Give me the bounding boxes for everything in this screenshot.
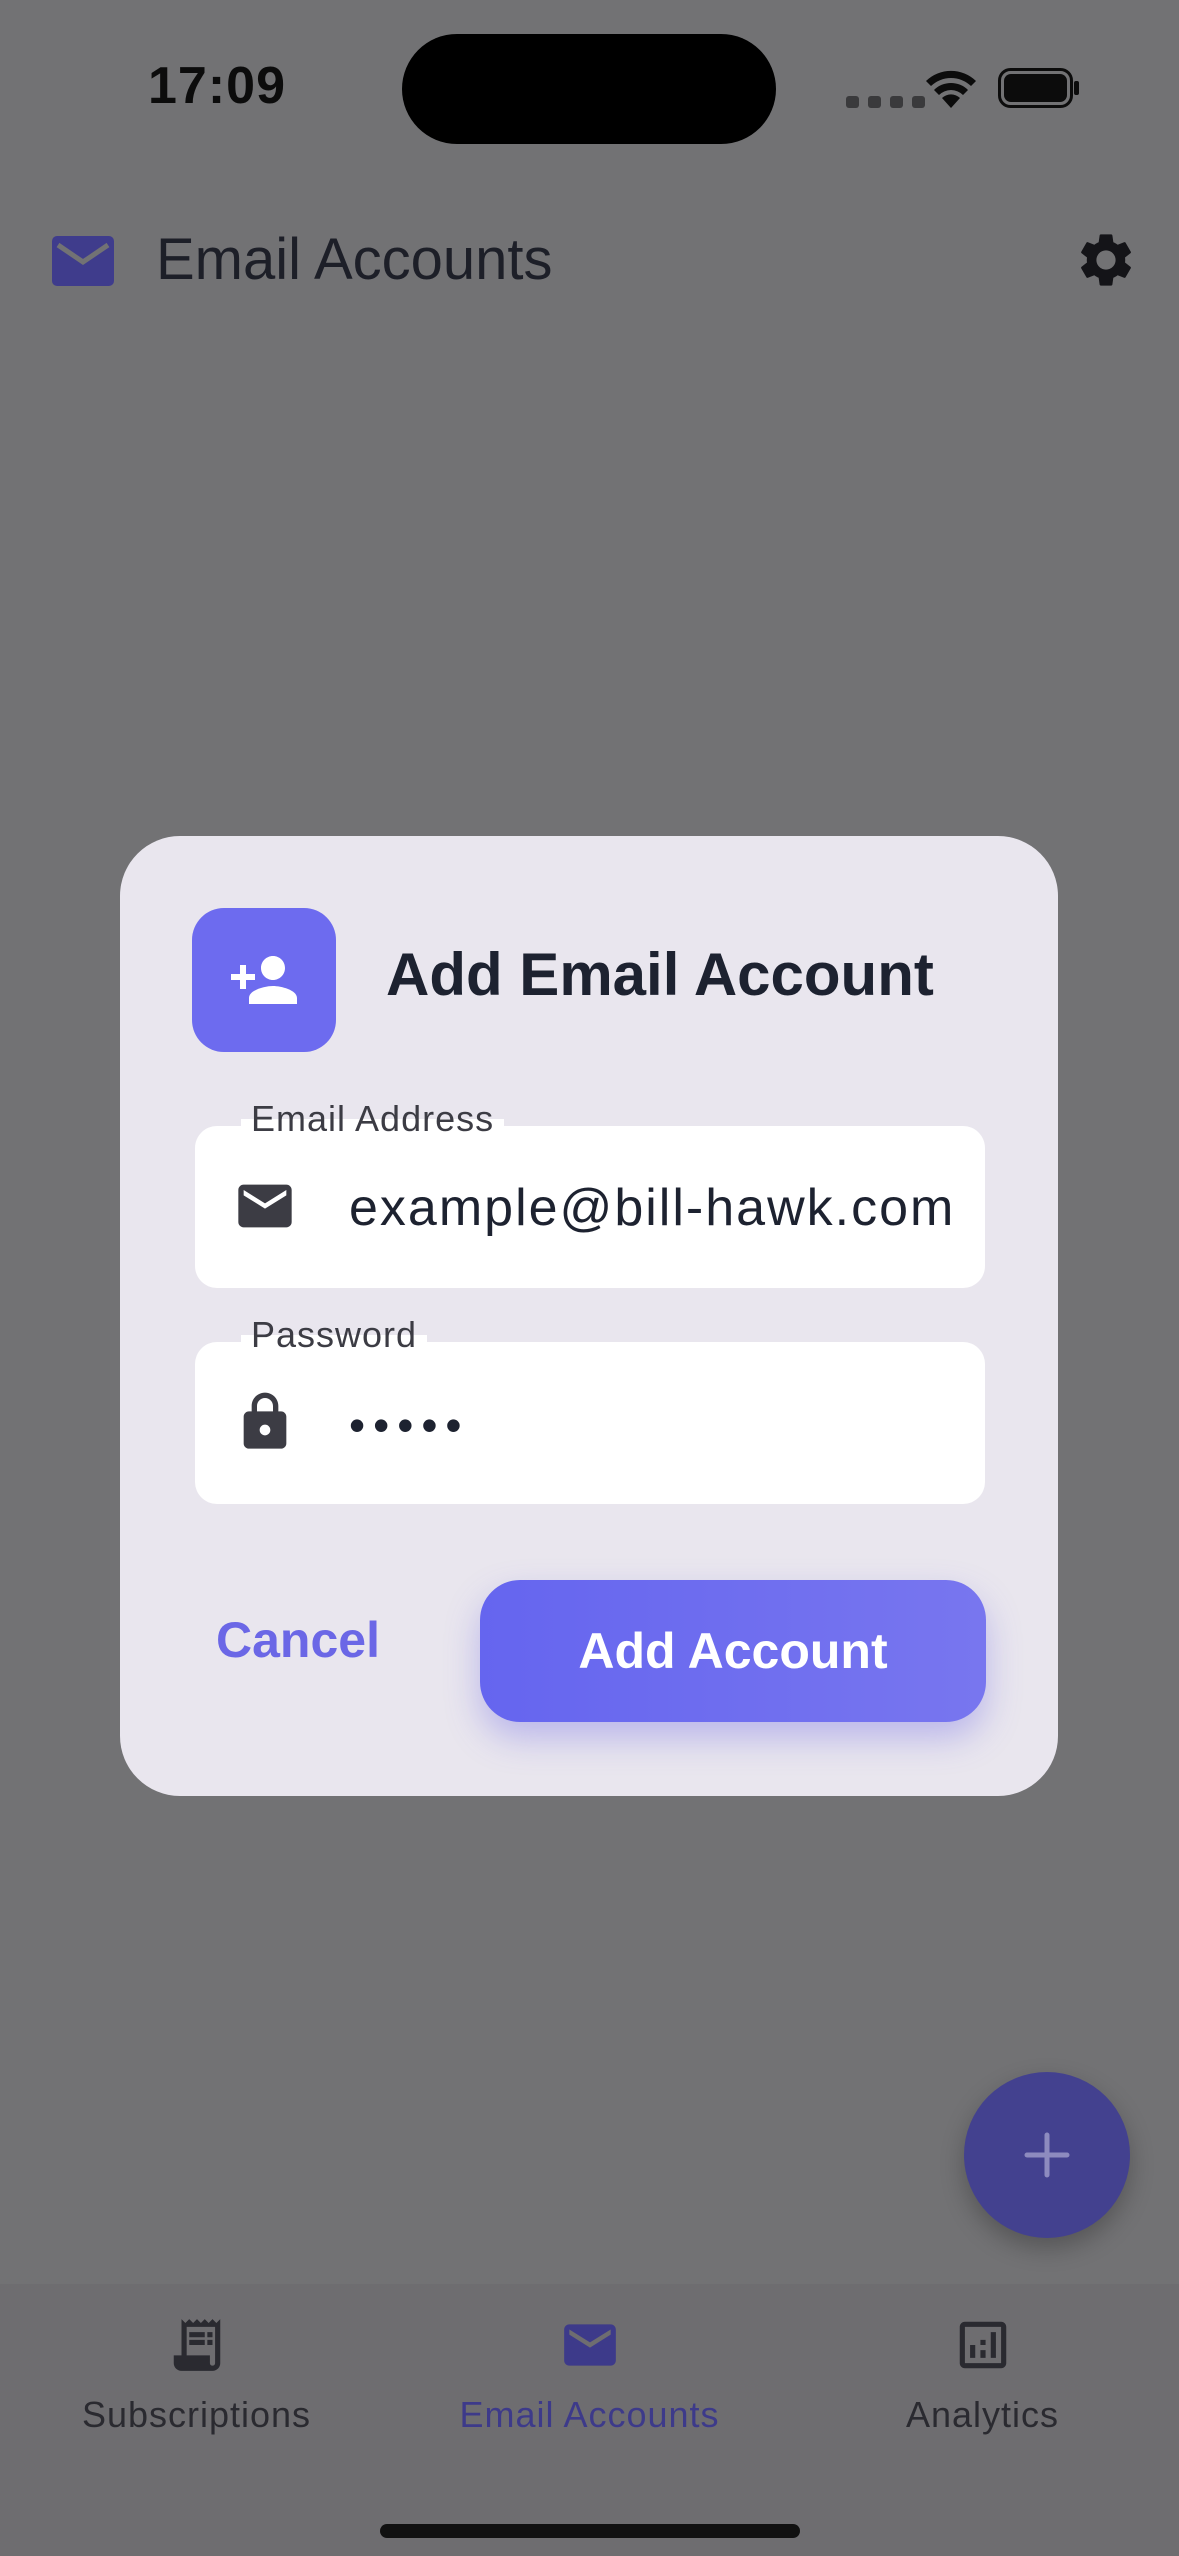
add-person-icon [231,956,297,1004]
email-field[interactable]: Email Address example@bill-hawk.com [195,1098,985,1288]
wifi-icon [926,70,976,108]
app-bar: Email Accounts [0,200,1179,320]
analytics-icon [959,2321,1006,2369]
bottom-navigation: Subscriptions Email Accounts Analytics [0,2284,1179,2556]
password-field[interactable]: Password ••••• [195,1314,985,1504]
receipt-icon [173,2319,220,2371]
mail-icon [52,236,114,286]
nav-label-analytics: Analytics [905,2394,1060,2435]
dynamic-island [402,34,776,144]
battery-icon [998,68,1079,108]
nav-item-analytics[interactable]: Analytics [786,2314,1179,2464]
nav-label-email-accounts: Email Accounts [459,2394,720,2435]
page-title: Email Accounts [156,227,553,292]
mail-icon [238,1184,292,1228]
add-account-button[interactable]: Add Account [480,1580,986,1722]
home-indicator[interactable] [380,2524,800,2538]
nav-label-subscriptions: Subscriptions [81,2394,312,2435]
status-time: 17:09 [148,57,286,115]
mail-icon [563,2324,616,2366]
screen: 17:09 Email Accounts Add Email Account E… [0,0,1179,2556]
dialog-title: Add Email Account [386,941,934,1008]
add-email-account-dialog: Add Email Account Email Address example@… [120,836,1058,1796]
nav-item-subscriptions[interactable]: Subscriptions [0,2314,393,2464]
password-field-label: Password [241,1314,428,1356]
status-bar: 17:09 [0,0,1179,180]
gear-icon[interactable] [1074,228,1138,292]
lock-icon [243,1392,287,1449]
nav-item-email-accounts[interactable]: Email Accounts [393,2314,786,2464]
password-input-value[interactable]: ••••• [349,1398,470,1452]
add-fab-button[interactable] [964,2072,1130,2238]
plus-icon [1024,2132,1070,2178]
cellular-signal-icon [846,96,928,108]
email-input-value[interactable]: example@bill-hawk.com [349,1178,955,1238]
dialog-icon-badge [192,908,336,1052]
cancel-button[interactable]: Cancel [216,1580,438,1700]
email-field-label: Email Address [241,1098,505,1140]
